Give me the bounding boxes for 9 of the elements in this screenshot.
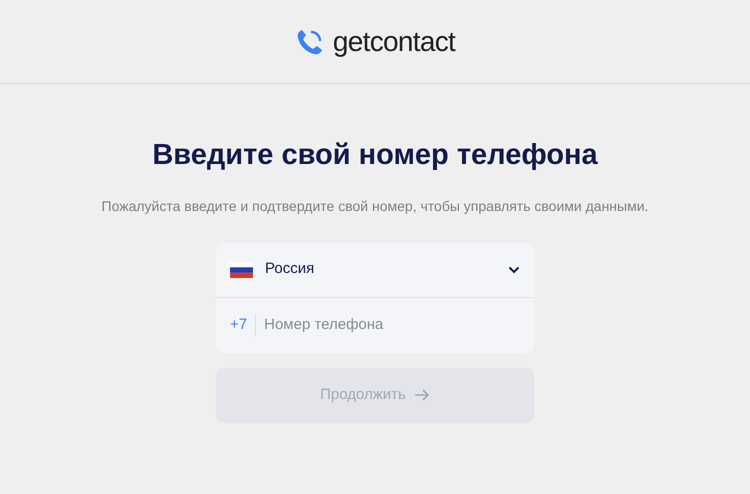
page-title: Введите свой номер телефона xyxy=(152,138,598,173)
phone-input[interactable]: Номер телефона xyxy=(264,314,520,336)
country-select[interactable]: Россия xyxy=(216,242,534,298)
flag-icon xyxy=(230,262,253,278)
logo-text: getcontact xyxy=(332,24,456,59)
country-code: +7 xyxy=(230,314,256,336)
subtitle: Пожалуйста введите и подтвердите свой номер, чтобы управлять своими данными. xyxy=(102,196,648,216)
chevron-down-icon xyxy=(508,266,520,274)
arrow-right-icon xyxy=(414,389,430,401)
